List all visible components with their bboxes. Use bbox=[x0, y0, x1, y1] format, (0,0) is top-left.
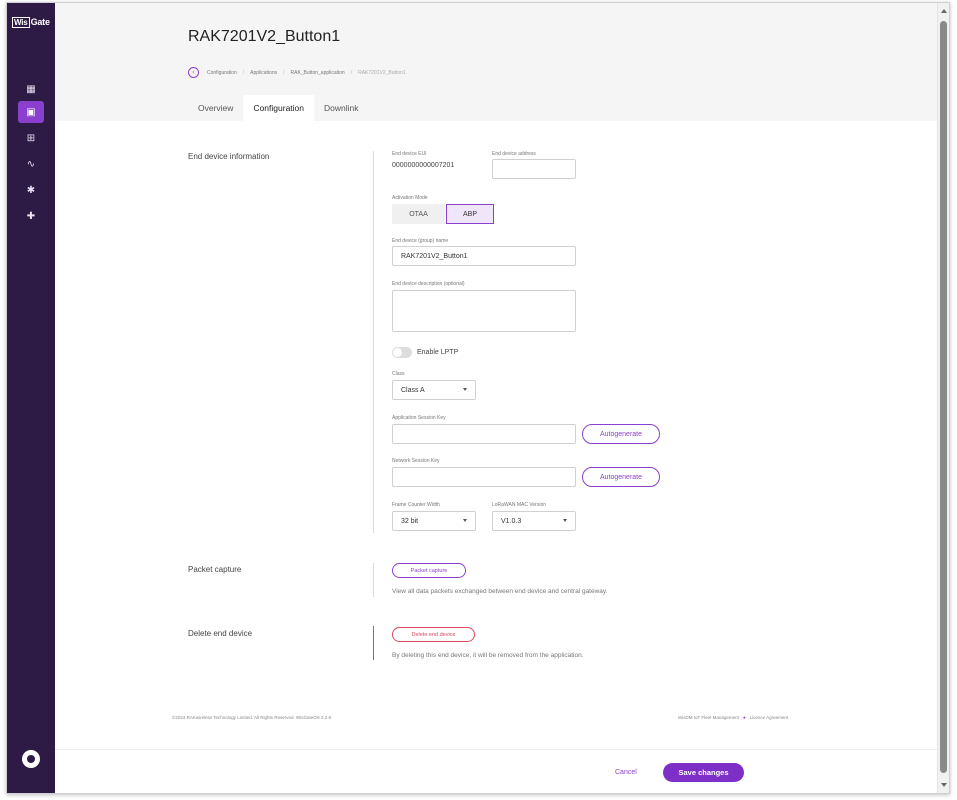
sidebar-item-activity[interactable]: ∿ bbox=[18, 153, 44, 175]
device-description-input[interactable] bbox=[392, 290, 576, 332]
app-session-key-label: Application Session Key bbox=[392, 415, 446, 421]
extensions-icon: ✚ bbox=[26, 210, 36, 222]
cancel-button[interactable]: Cancel bbox=[615, 769, 637, 776]
section-divider bbox=[373, 563, 374, 597]
scroll-up-icon[interactable] bbox=[941, 9, 947, 13]
eui-value: 0000000000007201 bbox=[392, 162, 455, 169]
device-name-label: End device (group) name bbox=[392, 238, 449, 244]
delete-device-button[interactable]: Delete end device bbox=[392, 627, 475, 642]
autogenerate-net-key-button[interactable]: Autogenerate bbox=[582, 467, 660, 487]
lptp-label: Enable LPTP bbox=[417, 349, 459, 356]
activation-otaa-button[interactable]: OTAA bbox=[392, 204, 445, 224]
chevron-down-icon bbox=[463, 388, 467, 391]
activity-icon: ∿ bbox=[26, 158, 36, 170]
sidebar-item-dashboard[interactable]: ▦ bbox=[18, 78, 44, 100]
breadcrumb-separator: / bbox=[283, 69, 285, 76]
network-icon: ⊞ bbox=[26, 132, 36, 144]
autogenerate-app-key-button[interactable]: Autogenerate bbox=[582, 424, 660, 444]
sidebar-item-extensions[interactable]: ✚ bbox=[18, 205, 44, 227]
section-label-packet-capture: Packet capture bbox=[188, 565, 242, 574]
page-title: RAK7201V2_Button1 bbox=[188, 28, 341, 45]
device-icon: ▣ bbox=[26, 106, 36, 118]
breadcrumb-configuration[interactable]: Configuration bbox=[207, 70, 237, 76]
tab-overview[interactable]: Overview bbox=[188, 95, 243, 121]
sidebar: Wis Gate ▦ ▣ ⊞ ∿ ✱ ✚ bbox=[7, 3, 55, 793]
sidebar-item-settings[interactable]: ✱ bbox=[18, 179, 44, 201]
danger-divider bbox=[373, 626, 374, 660]
address-input[interactable] bbox=[492, 159, 576, 179]
fleet-management-link[interactable]: WisDM IoT Fleet Management bbox=[678, 715, 739, 720]
device-description-label: End device description (optional) bbox=[392, 281, 465, 287]
address-label: End device address bbox=[492, 151, 536, 157]
settings-icon: ✱ bbox=[26, 184, 36, 196]
licence-agreement-link[interactable]: Licence Agreement bbox=[750, 715, 789, 720]
mac-version-label: LoRaWAN MAC Version bbox=[492, 502, 546, 508]
main-content: RAK7201V2_Button1 ‹ Configuration / Appl… bbox=[55, 3, 937, 793]
class-label: Class bbox=[392, 371, 405, 377]
device-name-input[interactable]: RAK7201V2_Button1 bbox=[392, 246, 576, 266]
action-bar: Cancel Save changes bbox=[55, 749, 937, 793]
breadcrumb-application[interactable]: RAK_Button_application bbox=[291, 70, 345, 76]
dashboard-icon: ▦ bbox=[26, 83, 36, 95]
packet-capture-description: View all data packets exchanged between … bbox=[392, 588, 608, 595]
activation-abp-button[interactable]: ABP bbox=[446, 204, 494, 224]
logo: Wis Gate bbox=[12, 17, 50, 28]
chevron-down-icon bbox=[463, 519, 467, 522]
tab-downlink[interactable]: Downlink bbox=[314, 95, 369, 121]
lptp-toggle[interactable] bbox=[392, 347, 412, 358]
frame-counter-label: Frame Counter Width bbox=[392, 502, 440, 508]
vertical-scrollbar[interactable] bbox=[937, 3, 949, 793]
eui-label: End device EUI bbox=[392, 151, 427, 157]
scrollbar-thumb[interactable] bbox=[940, 21, 947, 773]
delete-device-description: By deleting this end device, it will be … bbox=[392, 652, 584, 659]
activation-mode-label: Activation Mode bbox=[392, 195, 428, 201]
page-header: RAK7201V2_Button1 ‹ Configuration / Appl… bbox=[55, 3, 937, 121]
section-label-delete: Delete end device bbox=[188, 629, 253, 638]
frame-counter-select[interactable]: 32 bit bbox=[392, 511, 476, 531]
net-session-key-label: Network Session Key bbox=[392, 458, 440, 464]
breadcrumb-applications[interactable]: Applications bbox=[250, 70, 277, 76]
class-select[interactable]: Class A bbox=[392, 380, 476, 400]
app-window: Wis Gate ▦ ▣ ⊞ ∿ ✱ ✚ RAK7201V2_Button1 ‹ … bbox=[6, 2, 950, 794]
separator-dot: ● bbox=[742, 715, 746, 720]
copyright-text: ©2024 RAKwireless Technology Limited. Al… bbox=[172, 715, 332, 720]
breadcrumb-current: RAK7201V2_Button1 bbox=[358, 69, 406, 76]
tab-bar: Overview Configuration Downlink bbox=[188, 95, 369, 121]
toggle-knob bbox=[393, 348, 402, 357]
back-icon[interactable]: ‹ bbox=[188, 67, 199, 78]
tab-configuration[interactable]: Configuration bbox=[243, 95, 314, 121]
save-button[interactable]: Save changes bbox=[663, 763, 744, 782]
packet-capture-button[interactable]: Packet capture bbox=[392, 563, 466, 578]
section-divider bbox=[373, 151, 374, 533]
sidebar-item-devices[interactable]: ▣ bbox=[18, 101, 44, 123]
avatar[interactable] bbox=[22, 750, 40, 768]
mac-version-select[interactable]: V1.0.3 bbox=[492, 511, 576, 531]
app-session-key-input[interactable] bbox=[392, 424, 576, 444]
breadcrumb-separator: / bbox=[242, 69, 245, 76]
scroll-down-icon[interactable] bbox=[941, 783, 947, 787]
net-session-key-input[interactable] bbox=[392, 467, 576, 487]
chevron-down-icon bbox=[563, 519, 567, 522]
sidebar-item-network[interactable]: ⊞ bbox=[18, 127, 44, 149]
breadcrumb: ‹ Configuration / Applications / RAK_But… bbox=[188, 67, 406, 78]
footer-links: WisDM IoT Fleet Management ● Licence Agree… bbox=[678, 715, 788, 720]
user-icon bbox=[27, 755, 35, 763]
breadcrumb-separator: / bbox=[350, 69, 353, 76]
section-label-device-info: End device information bbox=[188, 152, 270, 161]
